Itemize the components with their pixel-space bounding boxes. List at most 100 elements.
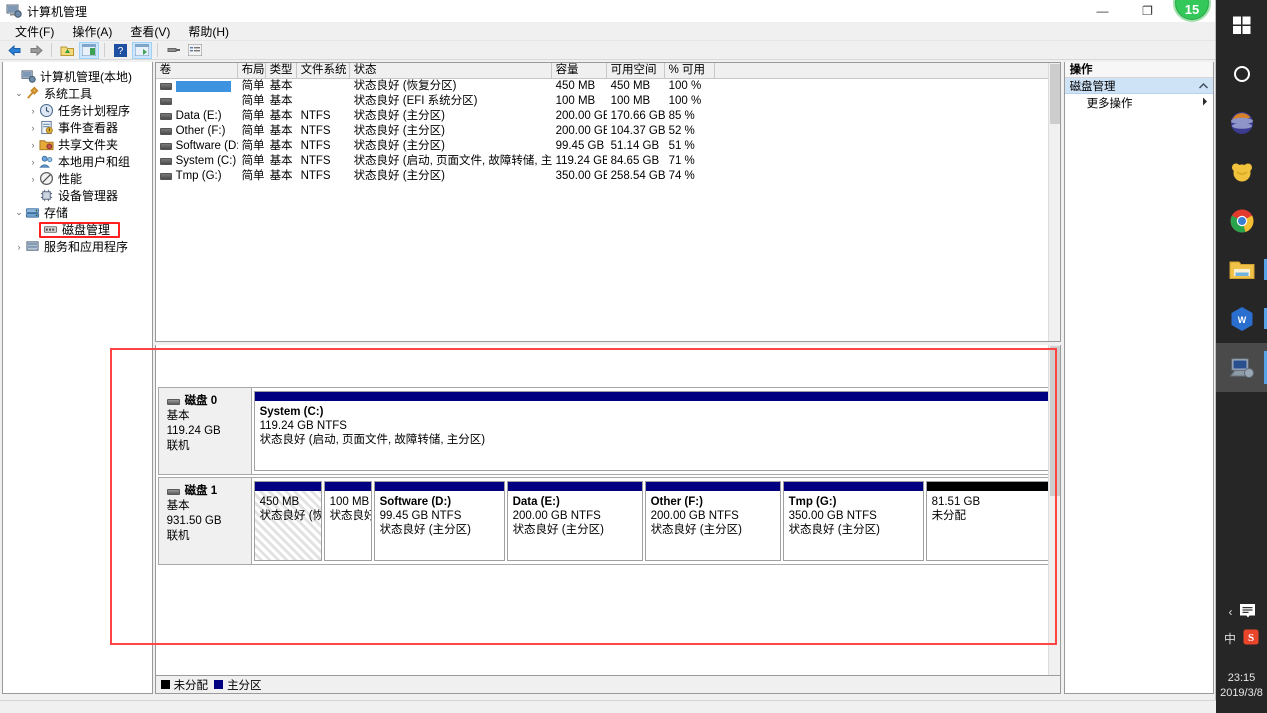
actions-group-disk-management[interactable]: 磁盘管理 (1065, 78, 1213, 94)
column-header-status[interactable]: 状态 (350, 63, 552, 78)
tree-twisty-system-tools[interactable]: ⌄ (13, 88, 25, 99)
sidebar-item-services-applications[interactable]: › 服务和应用程序 (5, 238, 150, 255)
sidebar-item-device-manager[interactable]: 设备管理器 (5, 187, 150, 204)
minimize-button[interactable]: — (1080, 0, 1125, 22)
wps-office-icon[interactable]: W (1216, 294, 1267, 343)
column-header-type[interactable]: 类型 (266, 63, 297, 78)
computer-management-taskbar-icon[interactable] (1216, 343, 1267, 392)
cell-layout: 简单 (238, 139, 266, 154)
up-folder-icon[interactable] (57, 42, 77, 59)
menu-item-action[interactable]: 操作(A) (63, 22, 121, 41)
table-row[interactable]: 简单基本状态良好 (EFI 系统分区)100 MB100 MB100 % (156, 94, 1060, 109)
disk-info[interactable]: 磁盘 1基本931.50 GB联机 (159, 478, 252, 564)
refresh-icon[interactable] (163, 42, 183, 59)
menu-item-file[interactable]: 文件(F) (6, 22, 63, 41)
cell-capacity: 350.00 GB (552, 169, 607, 184)
storage-icon (25, 205, 40, 220)
partition[interactable]: System (C:)119.24 GB NTFS状态良好 (启动, 页面文件,… (254, 391, 1055, 471)
sidebar-item-local-users-groups[interactable]: › 本地用户和组 (5, 153, 150, 170)
disk-row[interactable]: 磁盘 1基本931.50 GB联机450 MB状态良好 (恢100 MB状态良好… (158, 477, 1058, 565)
tree-root[interactable]: 计算机管理(本地) (5, 68, 150, 85)
partition[interactable]: Software (D:)99.45 GB NTFS状态良好 (主分区) (374, 481, 505, 561)
tools-icon (25, 86, 40, 101)
properties-icon[interactable] (132, 42, 152, 59)
sidebar-item-event-viewer[interactable]: › 事件查看器 (5, 119, 150, 136)
sidebar-label-services-applications: 服务和应用程序 (44, 238, 128, 255)
partition[interactable]: Data (E:)200.00 GB NTFS状态良好 (主分区) (507, 481, 643, 561)
file-explorer-icon[interactable] (1216, 245, 1267, 294)
tree-twisty-event-viewer[interactable]: › (27, 123, 39, 133)
volume-list[interactable]: 卷 布局 类型 文件系统 状态 容量 可用空间 % 可用 简单基本状态良好 (恢… (155, 62, 1061, 342)
tree-twisty-local-users[interactable]: › (27, 157, 39, 167)
tree-twisty-performance[interactable]: › (27, 174, 39, 184)
console-tree[interactable]: 计算机管理(本地) ⌄ 系统工具 › 任务计划程序 › (2, 62, 153, 694)
chevron-up-icon[interactable] (1199, 80, 1208, 92)
column-header-layout[interactable]: 布局 (238, 63, 266, 78)
graphical-view-scrollbar[interactable] (1048, 345, 1060, 675)
column-header-filesystem[interactable]: 文件系统 (297, 63, 350, 78)
maximize-button[interactable]: ❐ (1125, 0, 1170, 22)
chevron-right-icon[interactable] (1202, 97, 1208, 109)
table-row[interactable]: Tmp (G:)简单基本NTFS状态良好 (主分区)350.00 GB258.5… (156, 169, 1060, 184)
cell-free: 51.14 GB (607, 139, 665, 154)
show-hide-console-tree-icon[interactable] (79, 42, 99, 59)
table-row[interactable]: System (C:)简单基本NTFS状态良好 (启动, 页面文件, 故障转储,… (156, 154, 1060, 169)
tree-twisty-services[interactable]: › (13, 242, 25, 252)
disk-row[interactable]: 磁盘 0基本119.24 GB联机System (C:)119.24 GB NT… (158, 387, 1058, 475)
table-row[interactable]: Data (E:)简单基本NTFS状态良好 (主分区)200.00 GB170.… (156, 109, 1060, 124)
forward-icon[interactable] (26, 42, 46, 59)
partition[interactable]: 100 MB状态良好 (324, 481, 372, 561)
taskbar-clock[interactable]: 23:15 2019/3/8 (1216, 671, 1267, 701)
list-view-icon[interactable] (185, 42, 205, 59)
sogou-ime-icon[interactable]: S (1243, 629, 1259, 648)
actions-item-more-actions[interactable]: 更多操作 (1065, 94, 1213, 111)
notification-icon[interactable] (1240, 604, 1255, 621)
sidebar-item-storage[interactable]: ⌄ 存储 (5, 204, 150, 221)
svg-text:?: ? (117, 46, 123, 57)
help-icon[interactable]: ? (110, 42, 130, 59)
start-button-icon[interactable] (1216, 0, 1267, 49)
cell-status: 状态良好 (恢复分区) (350, 79, 552, 94)
disk-management-selection-highlight[interactable]: 磁盘管理 (39, 222, 120, 238)
cell-layout: 简单 (238, 124, 266, 139)
disk-info[interactable]: 磁盘 0基本119.24 GB联机 (159, 388, 252, 474)
menu-item-view[interactable]: 查看(V) (121, 22, 179, 41)
cell-layout: 简单 (238, 79, 266, 94)
table-row[interactable]: 简单基本状态良好 (恢复分区)450 MB450 MB100 % (156, 79, 1060, 94)
disk-management-pane: 卷 布局 类型 文件系统 状态 容量 可用空间 % 可用 简单基本状态良好 (恢… (155, 62, 1061, 694)
partition[interactable]: 450 MB状态良好 (恢 (254, 481, 322, 561)
chrome-browser-icon[interactable] (1216, 196, 1267, 245)
disk-graphical-view[interactable]: 磁盘 0基本119.24 GB联机System (C:)119.24 GB NT… (155, 345, 1061, 676)
tray-expand-icon[interactable]: ‹ (1229, 605, 1233, 619)
volume-list-scrollbar[interactable] (1048, 63, 1060, 341)
cell-type: 基本 (266, 79, 297, 94)
sidebar-item-system-tools[interactable]: ⌄ 系统工具 (5, 85, 150, 102)
tree-twisty-storage[interactable]: ⌄ (13, 207, 25, 218)
table-row[interactable]: Other (F:)简单基本NTFS状态良好 (主分区)200.00 GB104… (156, 124, 1060, 139)
table-row[interactable]: Software (D:)简单基本NTFS状态良好 (主分区)99.45 GB5… (156, 139, 1060, 154)
partition[interactable]: Other (F:)200.00 GB NTFS状态良好 (主分区) (645, 481, 781, 561)
menu-item-help[interactable]: 帮助(H) (179, 22, 238, 41)
performance-icon (39, 171, 54, 186)
column-header-free[interactable]: 可用空间 (607, 63, 665, 78)
partition[interactable]: 81.51 GB未分配 (926, 481, 1055, 561)
legend-label-primary: 主分区 (227, 677, 262, 693)
partition[interactable]: Tmp (G:)350.00 GB NTFS状态良好 (主分区) (783, 481, 924, 561)
edge-browser-icon[interactable] (1216, 98, 1267, 147)
tree-twisty-task-scheduler[interactable]: › (27, 106, 39, 116)
tree-twisty-shared-folders[interactable]: › (27, 140, 39, 150)
column-header-pctfree[interactable]: % 可用 (665, 63, 715, 78)
sidebar-item-task-scheduler[interactable]: › 任务计划程序 (5, 102, 150, 119)
cell-volume-label: Software (D:) (176, 139, 238, 154)
cortana-search-icon[interactable] (1216, 49, 1267, 98)
volume-list-body[interactable]: 简单基本状态良好 (恢复分区)450 MB450 MB100 %简单基本状态良好… (156, 79, 1060, 184)
column-header-capacity[interactable]: 容量 (552, 63, 607, 78)
folder-yellow-icon[interactable] (1216, 147, 1267, 196)
sidebar-item-performance[interactable]: › 性能 (5, 170, 150, 187)
column-header-volume[interactable]: 卷 (156, 63, 238, 78)
partition-text: 100 MB状态良好 (325, 491, 371, 523)
ime-mode-label[interactable]: 中 (1224, 630, 1236, 647)
sidebar-item-shared-folders[interactable]: › 共享文件夹 (5, 136, 150, 153)
sidebar-item-disk-management[interactable]: 磁盘管理 (5, 221, 150, 238)
back-icon[interactable] (4, 42, 24, 59)
